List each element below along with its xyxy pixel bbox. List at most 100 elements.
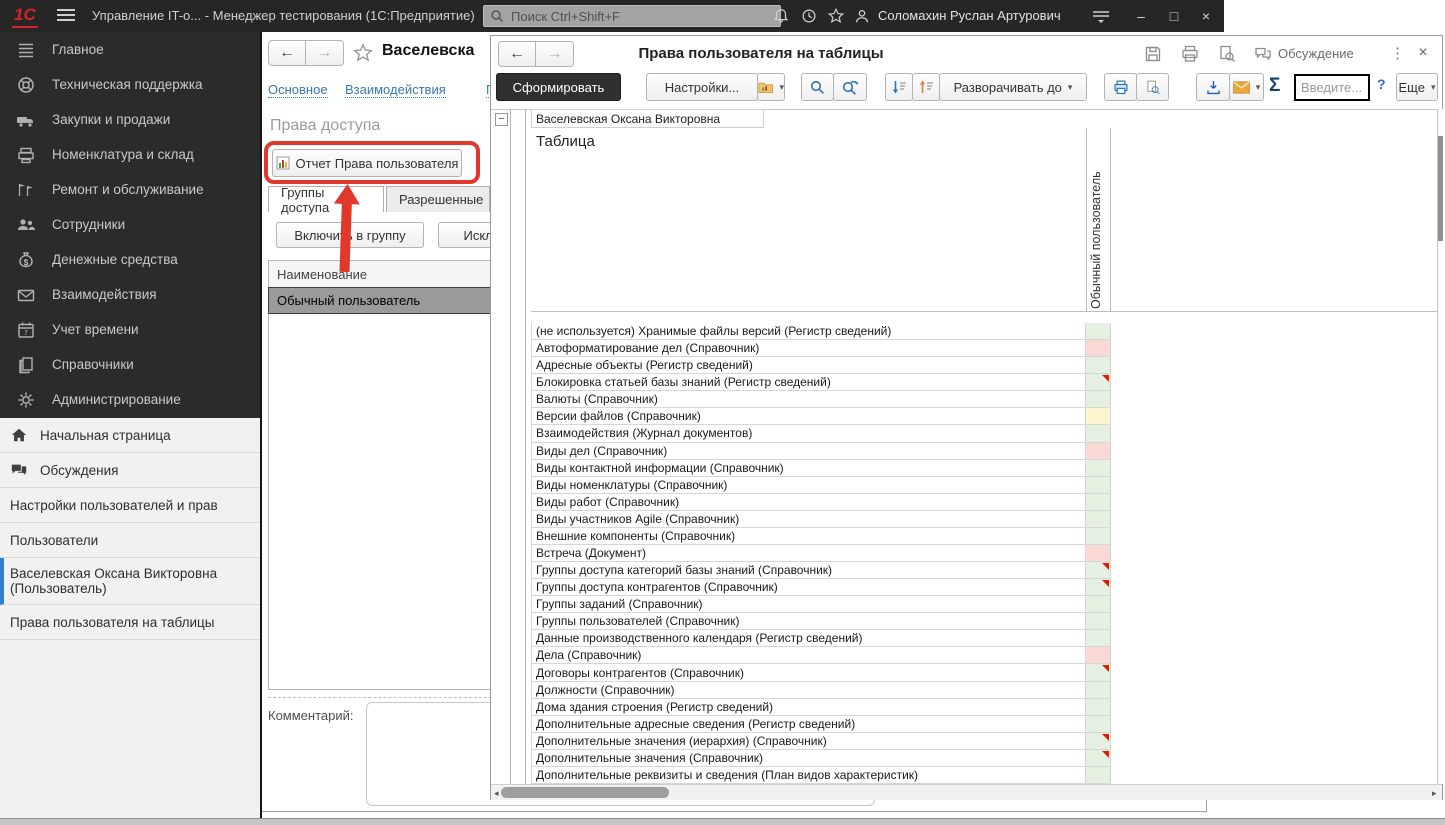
tab-access-groups[interactable]: Группы доступа bbox=[268, 186, 384, 212]
table-row[interactable]: Виды участников Agile (Справочник) bbox=[531, 511, 1111, 528]
preview-report-button[interactable] bbox=[1136, 73, 1169, 101]
functions-menu-icon[interactable] bbox=[1092, 9, 1110, 23]
table-row[interactable]: Договоры контрагентов (Справочник) bbox=[531, 664, 1111, 681]
horizontal-scroll-thumb[interactable] bbox=[501, 787, 669, 798]
sidebar-item-home[interactable]: Начальная страница bbox=[0, 418, 260, 453]
report-back-button[interactable]: ← bbox=[498, 41, 536, 67]
sidebar-item-money[interactable]: Денежные средства bbox=[0, 242, 260, 277]
back-button[interactable]: ← bbox=[268, 40, 306, 66]
table-row[interactable]: Встреча (Документ) bbox=[531, 545, 1111, 562]
table-row[interactable]: Группы пользователей (Справочник) bbox=[531, 613, 1111, 630]
row-table-name: Виды дел (Справочник) bbox=[531, 443, 1086, 460]
sidebar-item-discussions[interactable]: Обсуждения bbox=[0, 453, 260, 488]
svg-text:7: 7 bbox=[24, 330, 28, 337]
table-row[interactable]: Группы доступа категорий базы знаний (Сп… bbox=[531, 562, 1111, 579]
current-user-name[interactable]: Соломахин Руслан Артурович bbox=[878, 8, 1061, 23]
table-row[interactable]: Виды номенклатуры (Справочник) bbox=[531, 477, 1111, 494]
find-next-button[interactable] bbox=[833, 73, 867, 101]
global-search[interactable] bbox=[483, 5, 781, 27]
table-row[interactable]: Виды дел (Справочник) bbox=[531, 443, 1111, 460]
notifications-bell-icon[interactable] bbox=[772, 7, 790, 25]
save-icon[interactable] bbox=[1143, 44, 1165, 64]
money-bag-icon bbox=[16, 250, 36, 270]
expand-rows-button[interactable] bbox=[912, 73, 940, 101]
print-preview-icon[interactable] bbox=[1217, 44, 1239, 64]
table-row[interactable]: Виды контактной информации (Справочник) bbox=[531, 460, 1111, 477]
sidebar-item-tech-support[interactable]: Техническая поддержка bbox=[0, 67, 260, 102]
help-icon[interactable]: ? bbox=[1377, 76, 1386, 92]
sidebar-item-users[interactable]: Пользователи bbox=[0, 523, 260, 558]
table-row[interactable]: Адресные объекты (Регистр сведений) bbox=[531, 357, 1111, 374]
table-row[interactable]: Внешние компоненты (Справочник) bbox=[531, 528, 1111, 545]
more-button[interactable]: Еще▾ bbox=[1396, 73, 1438, 101]
maximize-button[interactable]: □ bbox=[1161, 4, 1187, 28]
table-row[interactable]: Валюты (Справочник) bbox=[531, 391, 1111, 408]
save-result-button[interactable] bbox=[1196, 73, 1230, 101]
sidebar-item-user-settings[interactable]: Настройки пользователей и прав bbox=[0, 488, 260, 523]
user-icon[interactable] bbox=[853, 7, 871, 25]
table-row[interactable]: Должности (Справочник) bbox=[531, 682, 1111, 699]
table-row[interactable]: Дополнительные реквизиты и сведения (Пла… bbox=[531, 767, 1111, 784]
generate-button[interactable]: Сформировать bbox=[496, 73, 621, 101]
horizontal-scrollbar[interactable]: ◂ ▸ bbox=[491, 784, 1442, 800]
favorite-star-icon[interactable] bbox=[352, 42, 374, 64]
table-row[interactable]: Группы заданий (Справочник) bbox=[531, 596, 1111, 613]
table-row[interactable]: Блокировка статьей базы знаний (Регистр … bbox=[531, 374, 1111, 391]
report-forward-button[interactable]: → bbox=[536, 41, 574, 67]
history-icon[interactable] bbox=[800, 7, 818, 25]
main-menu-icon[interactable] bbox=[57, 9, 75, 23]
sidebar-item-administration[interactable]: Администрирование bbox=[0, 382, 260, 417]
group-expander-icon[interactable]: − bbox=[495, 113, 508, 126]
table-row[interactable]: Дома здания строения (Регистр сведений) bbox=[531, 699, 1111, 716]
table-row[interactable]: Дополнительные значения (Справочник) bbox=[531, 750, 1111, 767]
forward-button[interactable]: → bbox=[306, 40, 344, 66]
sidebar-item-time-tracking[interactable]: 7 Учет времени bbox=[0, 312, 260, 347]
sidebar-item-employees[interactable]: Сотрудники bbox=[0, 207, 260, 242]
sidebar-item-catalogs[interactable]: Справочники bbox=[0, 347, 260, 382]
table-row[interactable]: Автоформатирование дел (Справочник) bbox=[531, 340, 1111, 357]
sidebar-item-user-table-rights[interactable]: Права пользователя на таблицы bbox=[0, 605, 260, 640]
table-row[interactable]: Виды работ (Справочник) bbox=[531, 494, 1111, 511]
sidebar-item-purchases[interactable]: Закупки и продажи bbox=[0, 102, 260, 137]
settings-button[interactable]: Настройки... bbox=[646, 73, 758, 101]
tab-vzaimodeystviya[interactable]: Взаимодействия bbox=[345, 82, 446, 98]
sidebar-item-glavnoe[interactable]: Главное bbox=[0, 32, 260, 67]
report-variants-button[interactable]: ▾ bbox=[757, 73, 785, 101]
group-header-cell[interactable]: Васелевская Оксана Викторовна bbox=[531, 109, 764, 128]
expand-to-button[interactable]: Разворачивать до▾ bbox=[939, 73, 1087, 101]
close-app-button[interactable]: × bbox=[1193, 4, 1219, 28]
table-row[interactable]: Дела (Справочник) bbox=[531, 647, 1111, 664]
collapse-rows-button[interactable] bbox=[885, 73, 913, 101]
find-button[interactable] bbox=[801, 73, 834, 101]
print-report-button[interactable] bbox=[1104, 73, 1137, 101]
minimize-button[interactable]: – bbox=[1128, 4, 1154, 28]
discussion-label[interactable]: Обсуждение bbox=[1278, 46, 1354, 61]
sidebar-item-repair[interactable]: Ремонт и обслуживание bbox=[0, 172, 260, 207]
tab-allowed[interactable]: Разрешенные bbox=[386, 186, 490, 212]
table-row[interactable]: Версии файлов (Справочник) bbox=[531, 408, 1111, 425]
scroll-left-icon[interactable]: ◂ bbox=[494, 788, 499, 799]
print-icon[interactable] bbox=[1180, 44, 1202, 64]
scroll-right-icon[interactable]: ▸ bbox=[1432, 788, 1437, 799]
close-report-button[interactable]: × bbox=[1412, 42, 1434, 64]
row-rights-cell bbox=[1086, 340, 1111, 357]
tab-osnovnoe[interactable]: Основное bbox=[268, 82, 328, 98]
sidebar-item-nomenclature[interactable]: Номенклатура и склад bbox=[0, 137, 260, 172]
vertical-scroll-thumb[interactable] bbox=[1438, 136, 1443, 241]
quick-sum-input[interactable] bbox=[1294, 74, 1370, 101]
favorites-star-icon[interactable] bbox=[827, 7, 845, 25]
sidebar-item-interactions[interactable]: Взаимодействия bbox=[0, 277, 260, 312]
table-row[interactable]: Дополнительные значения (иерархия) (Спра… bbox=[531, 733, 1111, 750]
more-menu-icon[interactable]: ⋮ bbox=[1390, 44, 1398, 64]
sidebar-item-vaselevskaya[interactable]: Васелевская Оксана Викторовна (Пользоват… bbox=[0, 558, 260, 605]
search-input[interactable] bbox=[509, 8, 774, 25]
send-mail-button[interactable]: ▾ bbox=[1229, 73, 1264, 101]
autosum-icon[interactable]: Σ bbox=[1269, 75, 1280, 97]
table-row[interactable]: Группы доступа контрагентов (Справочник) bbox=[531, 579, 1111, 596]
table-row[interactable]: Данные производственного календаря (Реги… bbox=[531, 630, 1111, 647]
table-row[interactable]: Взаимодействия (Журнал документов) bbox=[531, 425, 1111, 442]
table-row[interactable]: (не используется) Хранимые файлы версий … bbox=[531, 323, 1111, 340]
table-row[interactable]: Дополнительные адресные сведения (Регист… bbox=[531, 716, 1111, 733]
discussion-icon[interactable] bbox=[1253, 44, 1275, 64]
truck-icon bbox=[16, 110, 36, 130]
